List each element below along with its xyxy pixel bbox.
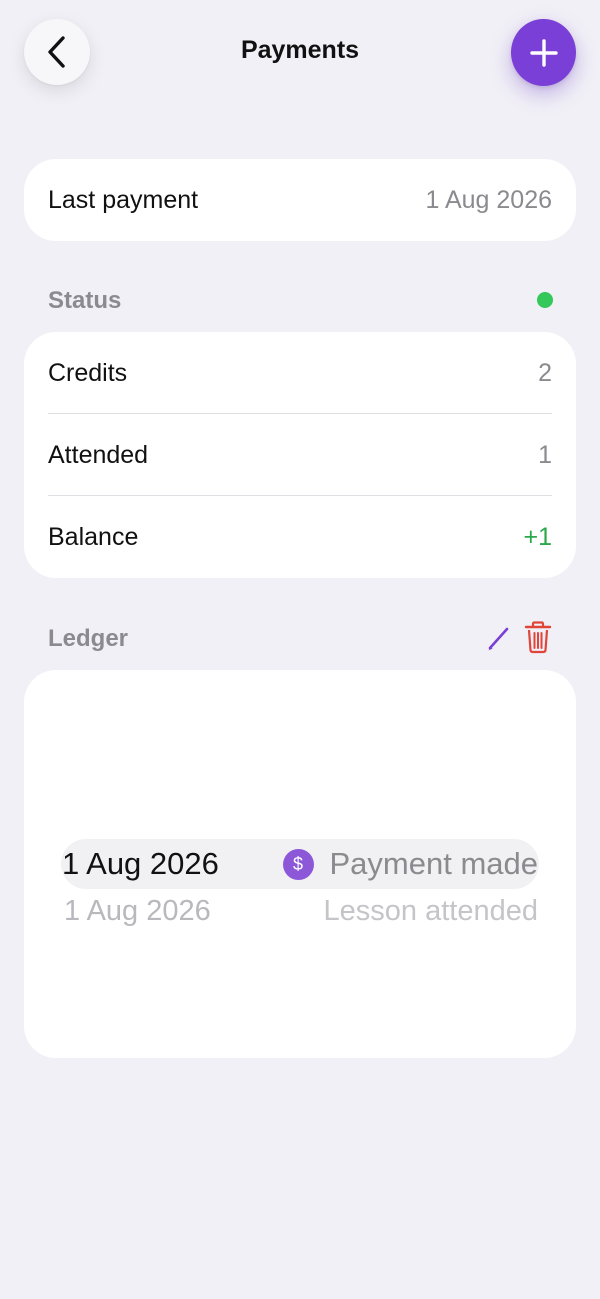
ledger-entry[interactable]: 1 Aug 2026 Lesson attended bbox=[62, 891, 538, 931]
trash-icon[interactable] bbox=[524, 621, 552, 654]
dollar-icon: $ bbox=[282, 848, 314, 880]
plus-icon bbox=[529, 38, 558, 67]
last-payment-value: 1 Aug 2026 bbox=[425, 185, 552, 214]
attended-value: 1 bbox=[538, 440, 552, 469]
add-payment-button[interactable] bbox=[511, 19, 576, 86]
ledger-entry-date: 1 Aug 2026 bbox=[64, 894, 211, 927]
status-section-label: Status bbox=[48, 287, 122, 314]
last-payment-card: Last payment 1 Aug 2026 bbox=[24, 159, 576, 241]
ledger-entry-selected[interactable]: 1 Aug 2026 $ Payment made bbox=[62, 842, 538, 886]
status-card: Credits 2 Attended 1 Balance +1 bbox=[24, 332, 576, 578]
balance-label: Balance bbox=[48, 522, 139, 551]
last-payment-row: Last payment 1 Aug 2026 bbox=[24, 159, 576, 241]
credits-label: Credits bbox=[48, 358, 128, 387]
ledger-section-label: Ledger bbox=[48, 625, 129, 652]
pencil-icon[interactable] bbox=[486, 624, 512, 652]
last-payment-label: Last payment bbox=[48, 185, 199, 214]
ledger-entry-description: Payment made bbox=[329, 846, 539, 881]
ledger-entry-description: Lesson attended bbox=[323, 894, 538, 927]
balance-row: Balance +1 bbox=[24, 496, 576, 578]
balance-value: +1 bbox=[523, 522, 552, 551]
attended-label: Attended bbox=[48, 440, 149, 469]
credits-value: 2 bbox=[538, 358, 552, 387]
status-indicator bbox=[537, 292, 553, 308]
ledger-entry-description-wrap: $ Payment made bbox=[282, 846, 539, 882]
page-title: Payments bbox=[240, 36, 360, 64]
ledger-entry-date: 1 Aug 2026 bbox=[62, 846, 219, 881]
nav-header: Payments bbox=[0, 0, 600, 110]
ledger-picker[interactable]: 1 Aug 2026 $ Payment made 1 Aug 2026 Les… bbox=[24, 670, 576, 1058]
credits-row: Credits 2 bbox=[24, 332, 576, 414]
attended-row: Attended 1 bbox=[24, 414, 576, 496]
